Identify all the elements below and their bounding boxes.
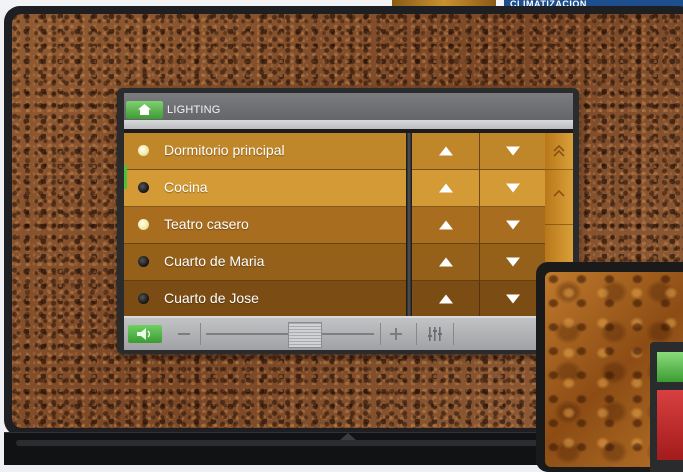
speaker-icon (137, 328, 151, 340)
selected-row-marker (124, 165, 127, 189)
page-title: LIGHTING (167, 104, 221, 116)
light-label: Cuarto de Jose (164, 290, 259, 306)
header-strip (124, 120, 573, 129)
brightness-up-button[interactable] (412, 170, 480, 207)
light-label: Cocina (164, 179, 208, 195)
chevron-up-icon (553, 189, 565, 197)
mute-button[interactable] (128, 325, 162, 343)
list-item-teatro-casero[interactable]: Teatro casero (124, 207, 406, 244)
volume-slider[interactable] (206, 322, 374, 348)
arrow-down-icon (505, 294, 520, 304)
scroll-up-button[interactable] (545, 170, 573, 225)
plus-icon (390, 328, 402, 340)
footer-bar: MAIN (124, 316, 573, 350)
list-item-cuarto-de-maria[interactable]: Cuarto de Maria (124, 244, 406, 281)
lighting-panel: LIGHTING Dormitorio principal Cocina Tea… (124, 93, 573, 350)
light-status-indicator (138, 256, 149, 267)
secondary-red-panel (657, 390, 683, 460)
list-item-dormitorio-principal[interactable]: Dormitorio principal (124, 133, 406, 170)
arrow-up-icon (438, 183, 453, 193)
home-button[interactable] (126, 101, 163, 119)
volume-thumb[interactable] (288, 322, 322, 348)
arrow-down-icon (505, 220, 520, 230)
equalizer-button[interactable] (416, 323, 454, 345)
brightness-up-button[interactable] (412, 244, 480, 281)
list-item-cuarto-de-jose[interactable]: Cuarto de Jose (124, 281, 406, 318)
scroll-top-button[interactable] (545, 133, 573, 170)
lights-list: Dormitorio principal Cocina Teatro caser… (124, 133, 406, 318)
double-chevron-up-icon (553, 145, 565, 157)
home-icon (138, 104, 151, 115)
arrow-up-icon (438, 220, 453, 230)
light-status-indicator (138, 182, 149, 193)
equalizer-icon (428, 327, 442, 341)
light-status-indicator (138, 293, 149, 304)
arrow-down-icon (505, 146, 520, 156)
arrow-up-icon (438, 257, 453, 267)
arrow-down-icon (505, 257, 520, 267)
brightness-down-button[interactable] (480, 133, 545, 170)
light-label: Teatro casero (164, 216, 249, 232)
light-status-indicator (138, 219, 149, 230)
brightness-up-button[interactable] (412, 133, 480, 170)
volume-down-button[interactable] (168, 323, 201, 345)
light-label: Cuarto de Maria (164, 253, 265, 269)
device-notch (340, 433, 356, 440)
brightness-up-button[interactable] (412, 207, 480, 244)
light-label: Dormitorio principal (164, 142, 285, 158)
secondary-green-header (657, 352, 683, 382)
arrow-up-icon (438, 146, 453, 156)
brightness-down-button[interactable] (480, 170, 545, 207)
volume-up-button[interactable] (380, 323, 411, 345)
brightness-down-button[interactable] (480, 207, 545, 244)
brightness-up-button[interactable] (412, 281, 480, 318)
arrow-up-icon (438, 294, 453, 304)
minus-icon (178, 333, 190, 335)
list-item-cocina[interactable]: Cocina (124, 170, 406, 207)
light-status-indicator (138, 145, 149, 156)
arrow-down-icon (505, 183, 520, 193)
